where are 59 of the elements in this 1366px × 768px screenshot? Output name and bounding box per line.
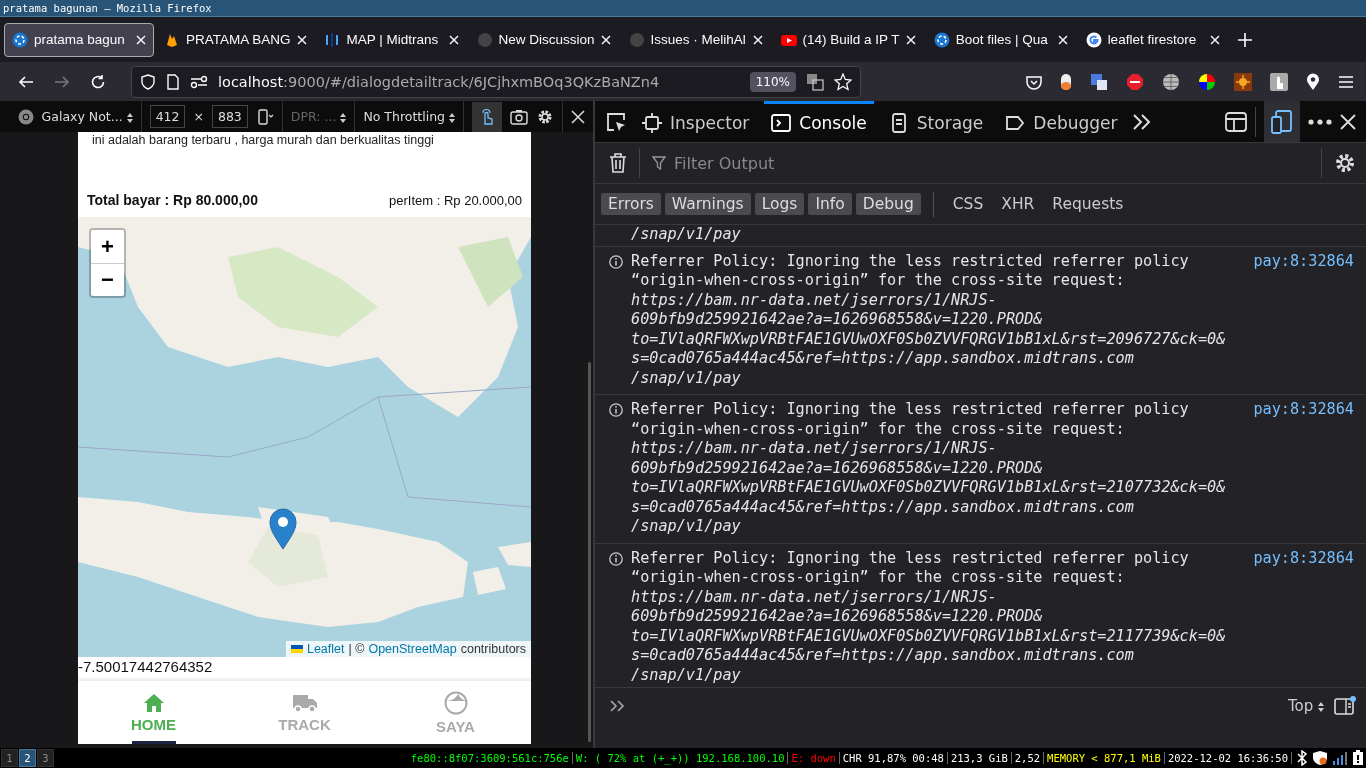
attribution-link[interactable]: OpenStreetMap	[368, 642, 457, 656]
context-selector[interactable]: Top	[1287, 697, 1324, 715]
log-level-filter[interactable]: Logs	[754, 193, 805, 215]
status-text: 2022-12-02 16:36:50	[1164, 752, 1292, 764]
log-level-filter[interactable]: Errors	[601, 193, 661, 215]
zoom-in-button[interactable]: +	[91, 230, 124, 263]
attribution-text: contributors	[460, 642, 526, 656]
devtools-tab[interactable]: Storage	[881, 101, 991, 142]
status-text: 2,52	[1011, 752, 1045, 764]
per-item-price: perItem : Rp 20.000,00	[389, 192, 522, 208]
height-field[interactable]: 883	[211, 105, 248, 128]
browser-tab[interactable]: leaflet firestore	[1077, 22, 1228, 57]
console-message: Referrer Policy: Ignoring the less restricted referrer policy “origin-when-cross-origin” for the cross-site request: https://bam.nr-data.net/jserrors/1/NRJS- 609bfb9d259921642ae?a=1626968558&v=1220.PROD& to=IVlaQRFWXwpVRBtFAE1GVUwOXF0Sb0ZVVFQRGV1bB1xL&rst=2117739&ck=0& s=0cad0765a444ac45&ref=https://app.sandbox.midtrans.com /snap/v1/pay	[631, 548, 1227, 685]
log-level-filter[interactable]: Warnings	[664, 193, 751, 215]
browser-tab[interactable]: New Discussion	[468, 22, 619, 57]
console-message: Referrer Policy: Ignoring the less restricted referrer policy “origin-when-cross-origin” for the cross-site request: https://bam.nr-data.net/jserrors/1/NRJS- 609bfb9d259921642ae?a=1626968558&v=1220.PROD& to=IVlaQRFWXwpVRBtFAE1GVUwOXF0Sb0ZVVFQRGV1bB1xL&rst=2096727&ck=0& s=0cad0765a444ac45&ref=https://app.sandbox.midtrans.com /snap/v1/pay	[631, 251, 1227, 388]
times-sign: ×	[193, 109, 204, 124]
log-level-filter[interactable]: CSS	[945, 193, 991, 215]
attribution-link[interactable]: Leaflet	[306, 642, 345, 656]
browser-tab[interactable]: MAP | Midtrans	[316, 22, 467, 57]
devtools-tab[interactable]: Debugger	[998, 101, 1125, 142]
console-message: /snap/v1/pay	[631, 225, 741, 243]
console-message: Referrer Policy: Ignoring the less restricted referrer policy “origin-when-cross-origin” for the cross-site request: https://bam.nr-data.net/jserrors/1/NRJS- 609bfb9d259921642ae?a=1626968558&v=1220.PROD& to=IVlaQRFWXwpVRBtFAE1GVUwOXF0Sb0ZVVFQRGV1bB1xL&rst=2107732&ck=0& s=0cad0765a444ac45&ref=https://app.sandbox.midtrans.com /snap/v1/pay	[631, 400, 1227, 537]
devtools-tab[interactable]: Console	[764, 101, 874, 142]
browser-tab[interactable]: (14) Build a IP T	[772, 22, 924, 57]
browser-tab[interactable]: Boot files | Qua	[925, 22, 1076, 57]
log-level-filter[interactable]: Requests	[1045, 193, 1131, 215]
browser-tab[interactable]: pratama bagun	[4, 22, 154, 57]
source-link[interactable]: pay:8:32864	[1253, 400, 1354, 537]
filter-field[interactable]: Filter Output	[672, 152, 1309, 174]
zoom-level-button[interactable]: 110%	[749, 71, 796, 92]
total-price: Total bayar : Rp 80.000,00	[87, 192, 258, 208]
workspace-button[interactable]: 3	[37, 749, 54, 767]
workspace-button[interactable]: 1	[1, 749, 18, 767]
browser-tab[interactable]: Issues · MelihAl	[620, 22, 771, 57]
status-text: fe80::8f07:3609:561c:756e	[407, 752, 573, 764]
source-link[interactable]: pay:8:32864	[1253, 548, 1354, 685]
status-text: W: ( 72% at (+_+)) 192.168.100.10	[572, 752, 789, 764]
log-level-filter[interactable]: Debug	[855, 193, 921, 215]
product-description: ini adalah barang terbaru , harga murah dan berkualitas tinggi	[91, 132, 435, 147]
device-select[interactable]: Galaxy Not...	[41, 109, 133, 124]
status-text: MEMORY < 877,1 MiB	[1044, 752, 1165, 764]
throttling-select[interactable]: No Throttling	[363, 109, 455, 124]
log-level-filter[interactable]: XHR	[994, 193, 1042, 215]
width-field[interactable]: 412	[149, 105, 186, 128]
zoom-out-button[interactable]: −	[91, 263, 124, 296]
coordinate-text: -7.50017442764352	[78, 657, 214, 677]
url-text: localhost:9000/#/dialogdetailtrack/6JCjhxmBOq3QKzBaNZn4	[218, 73, 661, 90]
status-text: CHR 91,87% 00:48	[839, 752, 948, 764]
source-link[interactable]: pay:8:32864	[1253, 251, 1354, 388]
log-level-filter[interactable]: Info	[808, 193, 852, 215]
status-text: 213,3 GiB	[947, 752, 1012, 764]
attribution-text: | ©	[348, 642, 365, 656]
window-title: pratama bagunan — Mozilla Firefox	[3, 2, 212, 14]
devtools-tab[interactable]: Inspector	[635, 101, 757, 142]
workspace-button[interactable]: 2	[19, 749, 36, 767]
browser-tab[interactable]: PRATAMA BANG	[156, 22, 315, 57]
status-text: E: down	[788, 752, 840, 764]
address-bar[interactable]: localhost:9000/#/dialogdetailtrack/6JCjhxmBOq3QKzBaNZn4 110%	[131, 65, 861, 98]
